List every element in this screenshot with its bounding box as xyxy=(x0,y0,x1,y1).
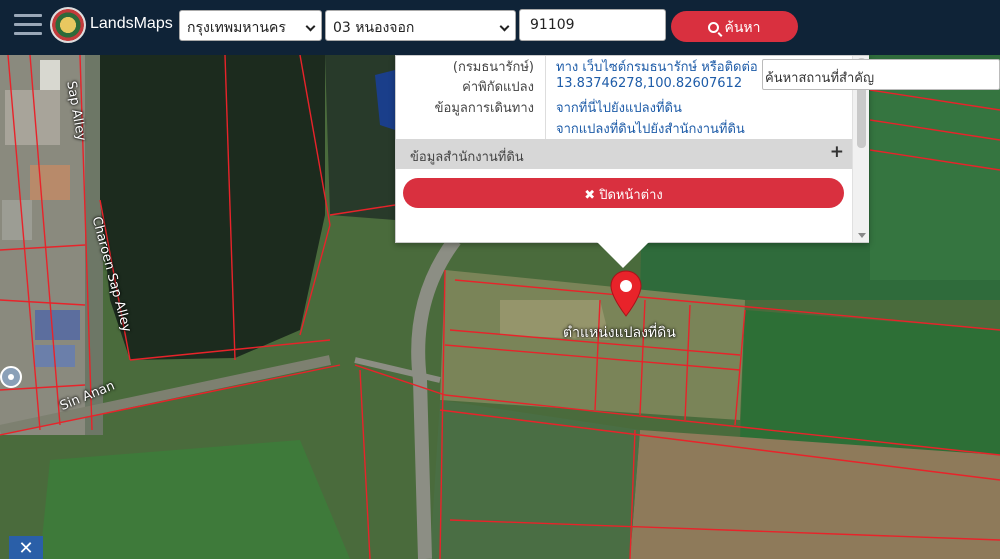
popup-pointer xyxy=(597,242,649,268)
scroll-down-arrow-icon[interactable] xyxy=(858,233,866,238)
expand-plus-icon[interactable]: + xyxy=(830,142,844,162)
landmark-search-input[interactable]: ค้นหาสถานที่สำคัญ xyxy=(762,59,1000,90)
popup-column-divider xyxy=(545,56,546,140)
popup-value-coordinates[interactable]: 13.83746278,100.82607612 xyxy=(556,76,742,91)
parcel-number-input[interactable]: 91109 xyxy=(519,9,666,41)
popup-label-directions: ข้อมูลการเดินทาง xyxy=(434,101,534,116)
map-pin-icon[interactable] xyxy=(609,270,643,318)
directions-to-parcel-link[interactable]: จากที่นี่ไปยังแปลงที่ดิน xyxy=(556,97,682,118)
location-marker-icon[interactable] xyxy=(0,366,22,388)
directions-to-office-link[interactable]: จากแปลงที่ดินไปยังสำนักงานที่ดิน xyxy=(556,118,745,139)
chevron-down-icon xyxy=(305,21,316,32)
search-icon xyxy=(708,22,720,33)
parcel-location-label: ตำแหน่งแปลงที่ดิน xyxy=(563,325,676,341)
district-select[interactable]: 03 หนองจอก xyxy=(325,10,516,41)
district-select-value: 03 หนองจอก xyxy=(333,20,415,36)
menu-icon[interactable] xyxy=(14,14,42,36)
popup-value-treasury[interactable]: ทาง เว็บไซต์กรมธนารักษ์ หรือติดต่อ xyxy=(556,56,758,77)
land-office-section-title: ข้อมูลสำนักงานที่ดิน xyxy=(410,150,524,165)
app-brand: LandsMaps xyxy=(90,15,173,32)
close-icon: ✖ xyxy=(584,188,600,203)
close-popup-button[interactable]: ✖ ปิดหน้าต่าง xyxy=(403,178,844,208)
chevron-down-icon xyxy=(499,21,510,32)
search-button-label: ค้นหา xyxy=(724,20,761,36)
popup-label-treasury: (กรมธนารักษ์) xyxy=(452,60,534,75)
land-office-section[interactable]: ข้อมูลสำนักงานที่ดิน + xyxy=(396,139,852,169)
close-popup-label: ปิดหน้าต่าง xyxy=(599,188,663,203)
search-button[interactable]: ค้นหา xyxy=(671,11,798,42)
measure-tool-icon[interactable]: ✕ xyxy=(9,536,43,559)
popup-label-coordinates: ค่าพิกัดแปลง xyxy=(462,80,534,95)
province-select-value: กรุงเทพมหานคร xyxy=(187,20,286,36)
province-select[interactable]: กรุงเทพมหานคร xyxy=(179,10,322,41)
department-of-lands-logo xyxy=(50,7,86,43)
top-navbar: LandsMaps กรุงเทพมหานคร 03 หนองจอก 91109… xyxy=(0,0,1000,55)
